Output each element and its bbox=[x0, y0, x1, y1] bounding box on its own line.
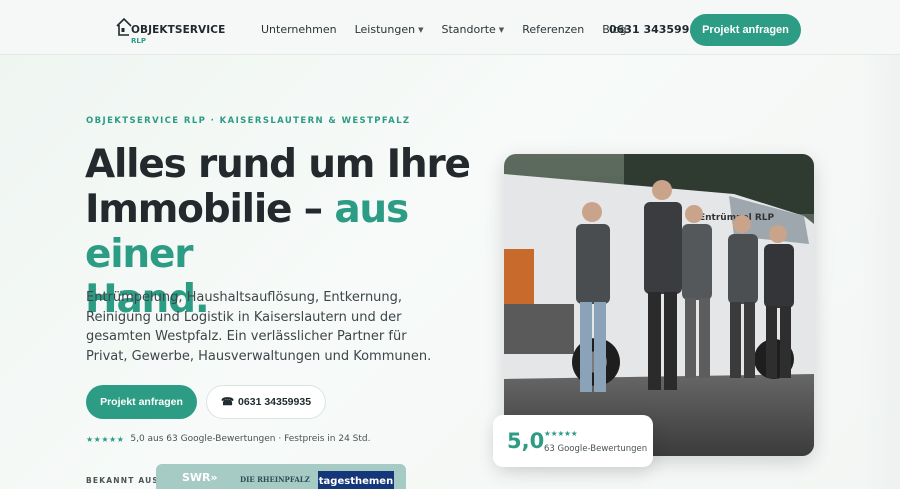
nav-link-standorte[interactable]: Standorte ▼ bbox=[441, 23, 504, 36]
review-score: 5,0 bbox=[507, 429, 545, 453]
house-logo-icon bbox=[116, 17, 132, 36]
rating-summary: ★★★★★ 5,0 aus 63 Google-Bewertungen · Fe… bbox=[86, 434, 371, 444]
nav-link-unternehmen[interactable]: Unternehmen bbox=[261, 23, 337, 36]
team-photo: Entrümpel RLP bbox=[504, 154, 814, 456]
rating-text: 5,0 aus 63 Google-Bewertungen · Festprei… bbox=[130, 434, 371, 444]
nav-project-request-button[interactable]: Projekt anfragen bbox=[690, 14, 801, 46]
nav-link-referenzen[interactable]: Referenzen bbox=[522, 23, 584, 36]
phone-icon: ☎ bbox=[220, 396, 235, 408]
known-from-label: BEKANNT AUS bbox=[86, 476, 160, 485]
hero-phone-button[interactable]: ☎ 0631 34359935 bbox=[206, 385, 326, 419]
nav-link-leistungen[interactable]: Leistungen ▼ bbox=[355, 23, 424, 36]
logo-subtitle: RLP bbox=[131, 37, 146, 45]
rheinpfalz-logo: DIE RHEINPFALZ bbox=[240, 475, 310, 484]
hero-project-request-button[interactable]: Projekt anfragen bbox=[86, 385, 197, 419]
headline-line-1: Alles rund um Ihre bbox=[85, 142, 471, 187]
team-photo-illustration: Entrümpel RLP bbox=[504, 154, 814, 456]
press-logos: SWR» DIE RHEINPFALZ tagesthemen bbox=[156, 464, 406, 489]
page-edge-shadow bbox=[860, 55, 900, 489]
review-stars-icon: ★★★★★ bbox=[544, 429, 578, 438]
nav-link-label: Standorte bbox=[441, 23, 496, 36]
top-navigation: OBJEKTSERVICE RLP Unternehmen Leistungen… bbox=[0, 0, 900, 55]
main-menu: Unternehmen Leistungen ▼ Standorte ▼ Refer… bbox=[261, 23, 627, 36]
chevron-down-icon: ▼ bbox=[418, 25, 424, 34]
hero-eyebrow: OBJEKTSERVICE RLP · KAISERSLAUTERN & WES… bbox=[86, 116, 411, 126]
phone-button-label: 0631 34359935 bbox=[238, 396, 312, 408]
tagesthemen-logo: tagesthemen bbox=[318, 471, 394, 489]
company-logo[interactable]: OBJEKTSERVICE RLP bbox=[116, 13, 225, 47]
logo-wordmark: OBJEKTSERVICE bbox=[131, 24, 226, 36]
star-rating-icon: ★★★★★ bbox=[86, 434, 125, 444]
chevron-down-icon: ▼ bbox=[498, 25, 505, 34]
hero-lead-text: Entrümpelung, Haushaltsauflösung, Entker… bbox=[86, 290, 432, 364]
swr-logo: SWR» bbox=[182, 471, 218, 484]
headline-line-2: Immobilie – bbox=[85, 187, 335, 232]
review-count: 63 Google-Bewertungen bbox=[544, 444, 648, 454]
google-review-card[interactable]: 5,0 ★★★★★ 63 Google-Bewertungen bbox=[493, 415, 653, 467]
nav-link-label: Leistungen bbox=[354, 23, 416, 36]
